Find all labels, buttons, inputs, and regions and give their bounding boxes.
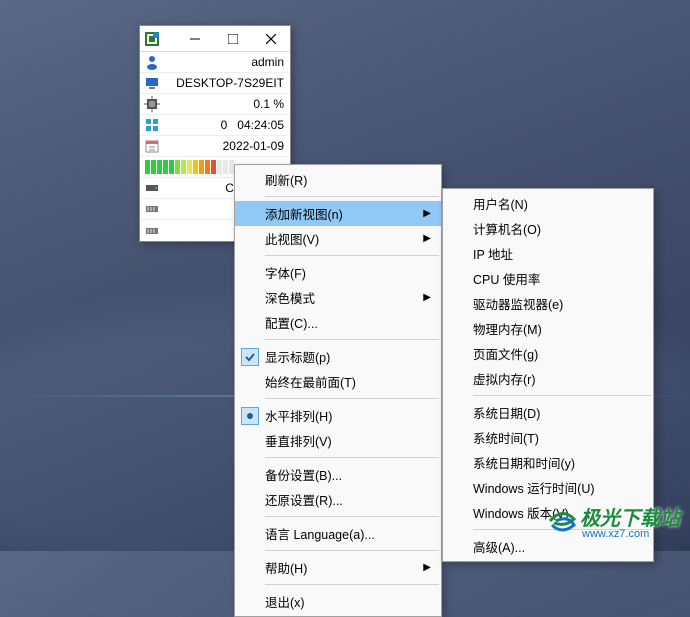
cpu-value: 0.1 % <box>164 97 290 111</box>
menu-add-new-view[interactable]: 添加新视图(n)▶ <box>235 201 441 226</box>
menu-exit[interactable]: 退出(x) <box>235 589 441 614</box>
menu-separator <box>265 196 439 197</box>
submenu-virtual-memory[interactable]: 虚拟内存(r) <box>443 366 653 391</box>
menu-show-title[interactable]: 显示标题(p) <box>235 344 441 369</box>
row-cpu: 0.1 % <box>140 94 290 115</box>
watermark: 极光下载站 www.xz7.com <box>544 505 680 543</box>
submenu-username[interactable]: 用户名(N) <box>443 191 653 216</box>
computer-value: DESKTOP-7S29EIT <box>164 76 290 90</box>
watermark-url: www.xz7.com <box>582 529 680 540</box>
watermark-text: 极光下载站 <box>580 509 680 529</box>
row-computer: DESKTOP-7S29EIT <box>140 73 290 94</box>
context-menu-main: 刷新(R) 添加新视图(n)▶ 此视图(V)▶ 字体(F) 深色模式▶ 配置(C… <box>234 164 442 617</box>
date-value: 2022-01-09 <box>164 139 290 153</box>
submenu-computer-name[interactable]: 计算机名(O) <box>443 216 653 241</box>
check-icon <box>241 348 259 366</box>
computer-icon <box>140 75 164 91</box>
menu-horizontal-layout[interactable]: 水平排列(H) <box>235 403 441 428</box>
submenu-ip-address[interactable]: IP 地址 <box>443 241 653 266</box>
user-value: admin <box>164 55 290 69</box>
submenu-system-date[interactable]: 系统日期(D) <box>443 400 653 425</box>
menu-separator <box>265 339 439 340</box>
menu-config[interactable]: 配置(C)... <box>235 310 441 335</box>
uptime-value: 0 04:24:05 <box>164 118 290 132</box>
calendar-icon <box>140 138 164 154</box>
watermark-swirl-icon <box>544 505 580 543</box>
submenu-drive-monitor[interactable]: 驱动器监视器(e) <box>443 291 653 316</box>
titlebar[interactable] <box>140 26 290 52</box>
submenu-system-datetime[interactable]: 系统日期和时间(y) <box>443 450 653 475</box>
submenu-page-file[interactable]: 页面文件(g) <box>443 341 653 366</box>
ram-icon <box>140 201 164 217</box>
close-button[interactable] <box>252 26 290 52</box>
menu-restore-settings[interactable]: 还原设置(R)... <box>235 487 441 512</box>
menu-separator <box>473 395 651 396</box>
submenu-arrow-icon: ▶ <box>423 562 431 573</box>
radio-icon <box>241 407 259 425</box>
menu-font[interactable]: 字体(F) <box>235 260 441 285</box>
menu-help[interactable]: 帮助(H)▶ <box>235 555 441 580</box>
maximize-button[interactable] <box>214 26 252 52</box>
menu-dark-mode[interactable]: 深色模式▶ <box>235 285 441 310</box>
menu-separator <box>265 457 439 458</box>
menu-this-view[interactable]: 此视图(V)▶ <box>235 226 441 251</box>
row-user: admin <box>140 52 290 73</box>
menu-separator <box>265 398 439 399</box>
submenu-arrow-icon: ▶ <box>423 208 431 219</box>
menu-backup-settings[interactable]: 备份设置(B)... <box>235 462 441 487</box>
menu-vertical-layout[interactable]: 垂直排列(V) <box>235 428 441 453</box>
menu-refresh[interactable]: 刷新(R) <box>235 167 441 192</box>
submenu-cpu-usage[interactable]: CPU 使用率 <box>443 266 653 291</box>
menu-always-top[interactable]: 始终在最前面(T) <box>235 369 441 394</box>
pagefile-icon <box>140 223 164 239</box>
submenu-system-time[interactable]: 系统时间(T) <box>443 425 653 450</box>
uptime-time: 04:24:05 <box>237 118 284 132</box>
submenu-arrow-icon: ▶ <box>423 292 431 303</box>
row-date: 2022-01-09 <box>140 136 290 157</box>
minimize-button[interactable] <box>176 26 214 52</box>
submenu-arrow-icon: ▶ <box>423 233 431 244</box>
cpu-icon <box>140 96 164 112</box>
uptime-days: 0 <box>221 118 228 132</box>
windows-icon <box>140 117 164 133</box>
user-icon <box>140 54 164 70</box>
menu-separator <box>265 516 439 517</box>
row-uptime: 0 04:24:05 <box>140 115 290 136</box>
submenu-windows-uptime[interactable]: Windows 运行时间(U) <box>443 475 653 500</box>
menu-separator <box>265 584 439 585</box>
drive-icon <box>140 180 164 196</box>
menu-separator <box>265 255 439 256</box>
app-icon <box>140 31 164 47</box>
menu-language[interactable]: 语言 Language(a)... <box>235 521 441 546</box>
submenu-physical-memory[interactable]: 物理内存(M) <box>443 316 653 341</box>
